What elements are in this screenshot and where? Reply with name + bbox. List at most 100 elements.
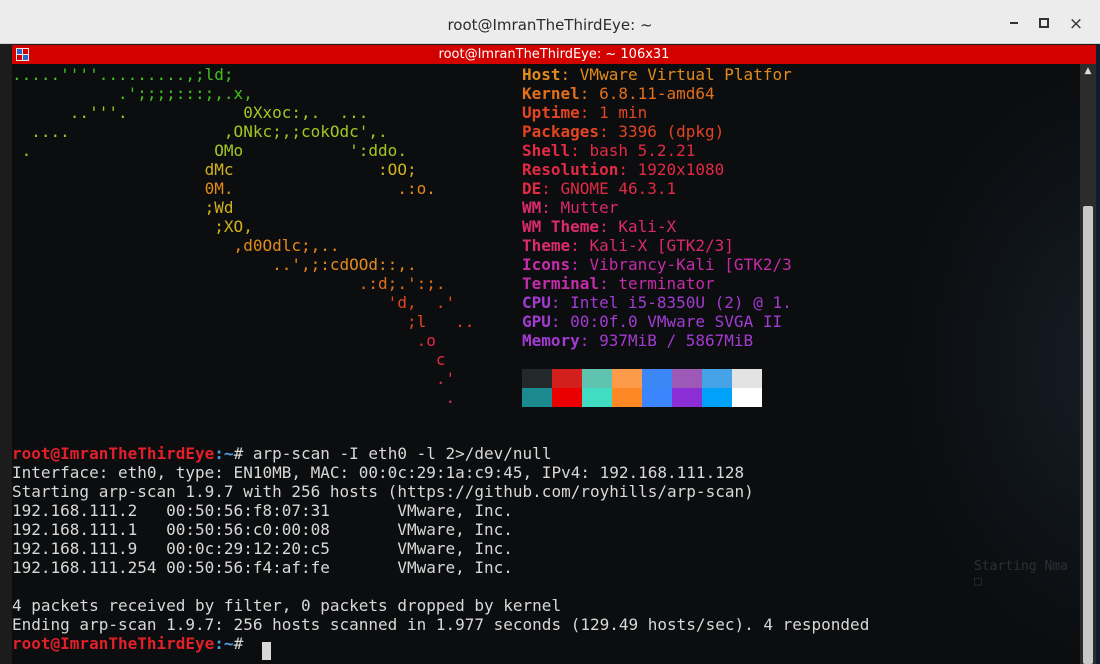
- logo-line: .:d;.':;.: [12, 274, 446, 293]
- sysinfo-key: Uptime: [522, 103, 580, 122]
- palette-swatch: [642, 388, 672, 407]
- minimize-icon: [1010, 22, 1018, 24]
- sysinfo-value: : 00:0f.0 VMware SVGA II: [550, 312, 783, 331]
- sysinfo-line: DE: GNOME 46.3.1: [522, 179, 676, 198]
- sysinfo-line: Resolution: 1920x1080: [522, 160, 724, 179]
- window-title: root@ImranTheThirdEye: ~: [447, 16, 653, 34]
- palette-swatch: [582, 388, 612, 407]
- output-line: 4 packets received by filter, 0 packets …: [12, 596, 562, 615]
- terminator-title: root@ImranTheThirdEye: ~ 106x31: [438, 47, 670, 62]
- sysinfo-value: : bash 5.2.21: [570, 141, 696, 160]
- sysinfo-line: GPU: 00:0f.0 VMware SVGA II: [522, 312, 782, 331]
- prompt-symbol: #: [233, 634, 253, 653]
- sysinfo-key: WM Theme: [522, 217, 600, 236]
- logo-line: ..'''. 0Xxoc:,. ...: [12, 103, 369, 122]
- sysinfo-key: CPU: [522, 293, 551, 312]
- sysinfo-line: CPU: Intel i5-8350U (2) @ 1.: [522, 293, 792, 312]
- sysinfo-key: Packages: [522, 122, 600, 141]
- sysinfo-line: WM: Mutter: [522, 198, 618, 217]
- logo-line: .... ,ONkc;,;cokOdc',.: [12, 122, 388, 141]
- sysinfo-key: Resolution: [522, 160, 619, 179]
- sysinfo-key: Memory: [522, 331, 580, 350]
- prompt-symbol: #: [233, 444, 253, 463]
- prompt-path: :~: [214, 444, 234, 463]
- logo-line: ..',;:cdOOd::,.: [12, 255, 417, 274]
- sysinfo-line: Host: VMware Virtual Platfor: [522, 65, 792, 84]
- sysinfo-key: Icons: [522, 255, 571, 274]
- logo-line: .';;;;:::;,.x,: [12, 84, 253, 103]
- sysinfo-line: Shell: bash 5.2.21: [522, 141, 695, 160]
- sysinfo-value: : Vibrancy-Kali [GTK2/3: [570, 255, 792, 274]
- sysinfo-value: : terminator: [599, 274, 715, 293]
- active-prompt-line[interactable]: root@ImranTheThirdEye:~#: [12, 634, 253, 653]
- sysinfo-line: WM Theme: Kali-X: [522, 217, 676, 236]
- palette-swatch: [612, 388, 642, 407]
- output-line: 192.168.111.1 00:50:56:c0:00:08 VMware, …: [12, 520, 513, 539]
- palette-swatch: [642, 369, 672, 388]
- close-button[interactable]: ×: [1066, 14, 1086, 34]
- logo-line: 0M. .:o.: [12, 179, 436, 198]
- palette-swatch: [522, 369, 552, 388]
- sysinfo-value: : VMware Virtual Platfor: [560, 65, 792, 84]
- scrollbar-thumb[interactable]: [1083, 206, 1093, 664]
- sysinfo-value: : 1 min: [579, 103, 648, 122]
- sysinfo-key: Host: [522, 65, 561, 84]
- logo-line: 'd, .': [12, 293, 456, 312]
- output-line: 192.168.111.254 00:50:56:f4:af:fe VMware…: [12, 558, 513, 577]
- sysinfo-value: : GNOME 46.3.1: [541, 179, 677, 198]
- sysinfo-value: : 6.8.11-amd64: [579, 84, 715, 103]
- output-line: Starting arp-scan 1.9.7 with 256 hosts (…: [12, 482, 754, 501]
- sysinfo-value: : Kali-X [GTK2/3]: [570, 236, 734, 255]
- sysinfo-key: Kernel: [522, 84, 580, 103]
- output-line: Ending arp-scan 1.9.7: 256 hosts scanned…: [12, 615, 870, 634]
- logo-line: ;Wd: [12, 198, 234, 217]
- palette-swatch: [732, 369, 762, 388]
- sysinfo-key: GPU: [522, 312, 551, 331]
- sysinfo-value: : 937MiB / 5867MiB: [579, 331, 754, 350]
- sysinfo-value: : 1920x1080: [618, 160, 725, 179]
- palette-swatch: [522, 388, 552, 407]
- output-line: 192.168.111.2 00:50:56:f8:07:31 VMware, …: [12, 501, 513, 520]
- minimize-button[interactable]: [1004, 14, 1024, 34]
- logo-line: .....''''.........,;ld;: [12, 65, 234, 84]
- palette-swatch: [552, 388, 582, 407]
- sysinfo-key: Terminal: [522, 274, 600, 293]
- command-text: arp-scan -I eth0 -l 2>/dev/null: [252, 444, 552, 463]
- palette-swatch: [702, 369, 732, 388]
- maximize-icon: [1039, 17, 1049, 28]
- palette-swatch: [672, 369, 702, 388]
- prompt-user: root@ImranTheThirdEye: [12, 634, 215, 653]
- logo-line: .o: [12, 331, 436, 350]
- background-window-ghost: Starting Nma □: [974, 559, 1068, 589]
- output-line: 192.168.111.9 00:0c:29:12:20:c5 VMware, …: [12, 539, 513, 558]
- maximize-button[interactable]: [1034, 14, 1054, 34]
- sysinfo-line: Uptime: 1 min: [522, 103, 647, 122]
- terminator-titlebar[interactable]: root@ImranTheThirdEye: ~ 106x31: [12, 45, 1096, 64]
- logo-line: dMc :OO;: [12, 160, 417, 179]
- logo-line: ;XO,: [12, 217, 253, 236]
- window-titlebar[interactable]: root@ImranTheThirdEye: ~ ×: [0, 0, 1100, 44]
- text-cursor: [262, 642, 271, 660]
- sysinfo-line: Icons: Vibrancy-Kali [GTK2/3: [522, 255, 792, 274]
- logo-line: ;l ..: [12, 312, 475, 331]
- sysinfo-line: Theme: Kali-X [GTK2/3]: [522, 236, 734, 255]
- logo-line: ,d0Odlc;,..: [12, 236, 340, 255]
- sysinfo-key: Shell: [522, 141, 571, 160]
- sysinfo-key: DE: [522, 179, 542, 198]
- palette-swatch: [732, 388, 762, 407]
- command-line: root@ImranTheThirdEye:~# arp-scan -I eth…: [12, 444, 551, 463]
- scroll-up-icon[interactable]: ▲: [1083, 66, 1093, 76]
- logo-line: . OMo ':ddo.: [12, 141, 407, 160]
- logo-line: .': [12, 369, 456, 388]
- palette-swatch: [552, 369, 582, 388]
- terminal-scrollbar[interactable]: ▲: [1080, 64, 1096, 664]
- prompt-path: :~: [214, 634, 234, 653]
- terminal-area[interactable]: .....''''.........,;ld; .';;;;:::;,.x, .…: [12, 64, 1080, 664]
- prompt-user: root@ImranTheThirdEye: [12, 444, 215, 463]
- color-palette: [522, 369, 762, 407]
- sysinfo-value: : Intel i5-8350U (2) @ 1.: [550, 293, 792, 312]
- sysinfo-value: : Mutter: [541, 198, 619, 217]
- output-line: Interface: eth0, type: EN10MB, MAC: 00:0…: [12, 463, 745, 482]
- sysinfo-line: Terminal: terminator: [522, 274, 715, 293]
- sysinfo-line: Memory: 937MiB / 5867MiB: [522, 331, 753, 350]
